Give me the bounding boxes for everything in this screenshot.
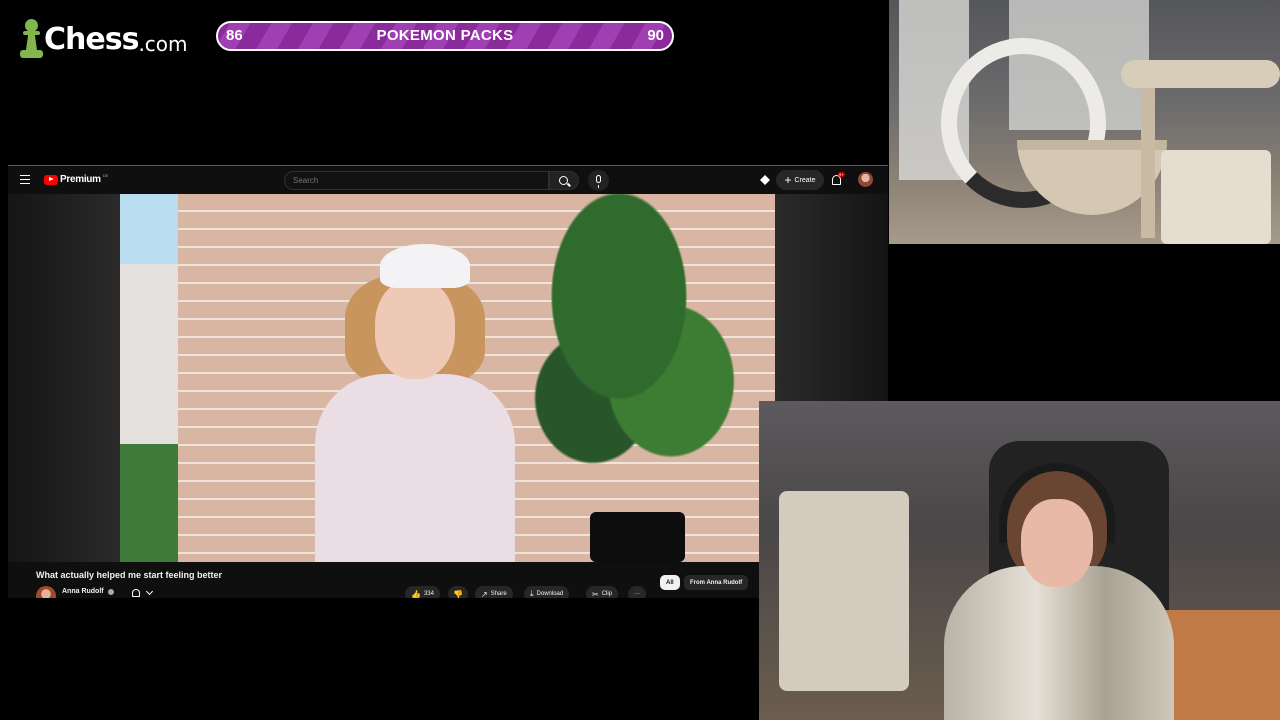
scissors-icon: ✂ [592,589,599,599]
logo-word: Chess [44,21,139,57]
cat-house [779,491,909,691]
youtube-header: Premium DE + Create 9+ [8,166,888,194]
download-button[interactable]: ⤓ Download [524,586,570,598]
like-button[interactable]: 👍 334 [405,586,440,598]
chevron-down-icon[interactable] [145,587,154,596]
search-input[interactable] [284,171,549,190]
account-avatar[interactable] [858,172,873,187]
channel-name[interactable]: Anna Rudolf [62,588,104,595]
create-button[interactable]: + Create [776,170,824,190]
verified-icon [108,589,114,595]
like-count: 334 [423,591,434,597]
sparkle-icon[interactable] [760,175,770,185]
clip-label: Clip [601,591,613,597]
video-meta: What actually helped me start feeling be… [8,562,888,598]
clip-button[interactable]: ✂ Clip [586,586,619,599]
more-label: ··· [634,591,640,597]
dislike-button[interactable]: 👎 [448,586,468,598]
share-button[interactable]: ↗ Share [475,586,513,598]
youtube-region: DE [102,173,109,178]
pokemon-packs-progress-bar: 86 POKEMON PACKS 90 [216,21,674,51]
youtube-brand: Premium [60,174,101,185]
cat-tree [1121,60,1280,244]
share-label: Share [490,591,507,597]
chip-all[interactable]: All [660,575,680,590]
subscribed-bell-icon[interactable] [132,589,140,597]
microphone-icon [596,175,601,188]
plus-icon: + [784,173,792,187]
download-label: Download [536,591,564,597]
thumbs-down-icon: 👎 [453,589,463,599]
more-actions-button[interactable]: ··· [628,586,646,598]
channel-avatar[interactable] [36,586,56,598]
streamer-webcam [759,401,1280,720]
video-player[interactable] [8,194,888,562]
hamburger-menu-icon[interactable] [20,175,30,184]
chess-com-logo: Chess .com [20,16,188,62]
notification-badge: 9+ [838,172,845,177]
download-icon: ⤓ [530,589,534,598]
search-button[interactable] [549,171,579,190]
video-frame[interactable] [120,194,775,562]
pack-bar-label: POKEMON PACKS [376,27,514,44]
pack-goal-count: 90 [647,27,664,44]
logo-suffix: .com [138,31,188,56]
pawn-icon [20,17,43,61]
streamer-jacket [944,566,1174,720]
youtube-premium-logo[interactable]: Premium DE [44,173,109,185]
presenter-cap [380,244,470,288]
video-title: What actually helped me start feeling be… [36,570,223,580]
youtube-window: Premium DE + Create 9+ [8,165,888,598]
thumbs-up-icon: 👍 [411,589,421,599]
create-label: Create [794,176,816,184]
bamboo-plant [515,194,775,534]
chip-from-channel[interactable]: From Anna Rudolf [684,575,749,590]
search-icon [559,176,568,185]
voice-search-button[interactable] [588,170,609,191]
room-webcam [889,0,1280,244]
youtube-play-icon [44,174,58,185]
share-icon: ↗ [481,589,488,599]
